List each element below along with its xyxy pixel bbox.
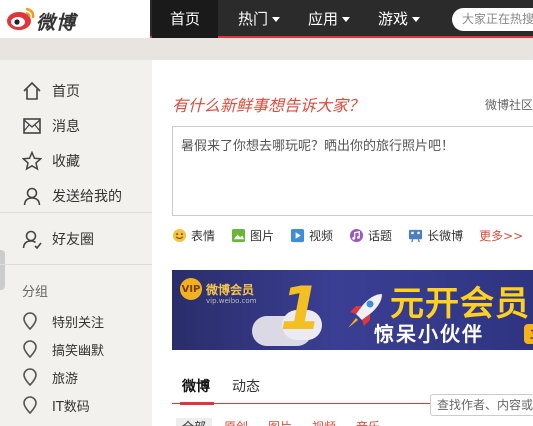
- sidebar-item-label: 首页: [52, 84, 80, 100]
- sidebar-item-friends-circle[interactable]: 好友圈: [22, 228, 94, 250]
- image-button[interactable]: 图片: [231, 227, 274, 244]
- promo-cta-button[interactable]: 立: [524, 324, 533, 344]
- emoji-icon: [172, 228, 187, 242]
- tool-label: 表情: [191, 228, 216, 243]
- sidebar-group-label: IT数码: [52, 399, 90, 415]
- filter-images[interactable]: 图片: [268, 418, 292, 426]
- sidebar-group-it[interactable]: IT数码: [22, 394, 90, 416]
- pin-icon: [23, 396, 37, 414]
- star-icon: [22, 151, 42, 171]
- left-sidebar: 首页 消息 收藏 发送给我的 好友圈 分组 特别关注 搞笑幽默 旅游 IT数码: [0, 60, 152, 426]
- sidebar-group-label: 旅游: [52, 371, 79, 387]
- chevron-down-icon: [272, 17, 280, 22]
- tool-label: 长微博: [427, 228, 464, 243]
- vip-label: 微博会员: [206, 282, 255, 297]
- top-search-input[interactable]: 大家正在热搜: [452, 8, 533, 31]
- composer-toolbar: 表情 图片 视频 话题 长微博 更多>>: [172, 225, 523, 245]
- vip-promo-banner[interactable]: VIP 微博会员 vip.weibo.com 1 元开会员 惊呆小伙伴 立: [172, 270, 533, 350]
- topic-button[interactable]: 话题: [349, 227, 392, 244]
- friends-icon: [22, 230, 42, 249]
- promo-subline: 惊呆小伙伴: [374, 322, 484, 346]
- tool-label: 话题: [368, 228, 393, 243]
- sidebar-item-label: 好友圈: [52, 232, 94, 248]
- home-icon: [23, 81, 41, 100]
- promo-number: 1: [280, 274, 322, 344]
- pin-icon: [23, 312, 37, 330]
- feed-filter-tabs: 全部 原创 图片 视频 音乐: [172, 416, 533, 426]
- chevron-down-icon: [412, 17, 420, 22]
- sidebar-edge-handle: [0, 250, 5, 290]
- sidebar-group-title: 分组: [22, 285, 49, 300]
- post-composer-textarea[interactable]: 暑假来了你想去哪玩呢？晒出你的旅行照片吧！: [172, 126, 533, 216]
- feed-search-input[interactable]: 查找作者、内容或: [430, 394, 533, 416]
- sidebar-group-special[interactable]: 特别关注: [22, 310, 104, 332]
- tab-weibo[interactable]: 微博: [182, 376, 210, 396]
- nav-games-label: 游戏: [377, 10, 408, 28]
- more-tools-link[interactable]: 更多>>: [479, 227, 523, 244]
- nav-games[interactable]: 游戏: [366, 0, 432, 38]
- tab-activity[interactable]: 动态: [232, 376, 260, 396]
- weibo-eye-icon: [7, 7, 35, 30]
- topic-icon: [349, 228, 364, 242]
- pin-icon: [23, 340, 37, 358]
- sidebar-item-messages[interactable]: 消息: [22, 115, 80, 137]
- sidebar-divider: [0, 212, 152, 213]
- filter-original[interactable]: 原创: [224, 418, 248, 426]
- video-icon: [290, 228, 305, 242]
- nav-apps[interactable]: 应用: [296, 0, 362, 38]
- composer-placeholder: 暑假来了你想去哪玩呢？晒出你的旅行照片吧！: [181, 139, 455, 154]
- pin-icon: [23, 368, 37, 386]
- composer-prompt: 有什么新鲜事想告诉大家？: [172, 96, 365, 115]
- sidebar-group-humor[interactable]: 搞笑幽默: [22, 338, 104, 360]
- tool-label: 视频: [309, 228, 334, 243]
- main-content: 有什么新鲜事想告诉大家？ 微博社区 暑假来了你想去哪玩呢？晒出你的旅行照片吧！ …: [152, 60, 533, 426]
- weibo-logo[interactable]: 微博: [0, 0, 150, 38]
- sidebar-item-favorites[interactable]: 收藏: [22, 150, 80, 172]
- user-icon: [23, 187, 41, 206]
- nav-home[interactable]: 首页: [152, 0, 218, 38]
- filter-video[interactable]: 视频: [312, 418, 336, 426]
- vip-badge-icon: VIP: [180, 278, 202, 300]
- image-icon: [231, 228, 246, 242]
- sidebar-item-sent-to-me[interactable]: 发送给我的: [22, 185, 122, 207]
- long-post-icon: [409, 229, 423, 242]
- long-post-button[interactable]: 长微博: [408, 227, 463, 244]
- tool-label: 图片: [250, 228, 275, 243]
- mail-icon: [23, 118, 41, 134]
- chevron-down-icon: [342, 17, 350, 22]
- nav-hot[interactable]: 热门: [226, 0, 292, 38]
- brand-name: 微博: [36, 12, 77, 34]
- community-link[interactable]: 微博社区: [485, 96, 533, 113]
- nav-apps-label: 应用: [307, 10, 338, 28]
- sidebar-item-home[interactable]: 首页: [22, 80, 80, 102]
- filter-music[interactable]: 音乐: [356, 418, 380, 426]
- sidebar-divider: [0, 264, 152, 265]
- sidebar-group-label: 特别关注: [52, 315, 105, 331]
- sidebar-item-label: 发送给我的: [52, 189, 122, 205]
- sidebar-item-label: 收藏: [52, 154, 80, 170]
- filter-all[interactable]: 全部: [176, 418, 213, 426]
- sidebar-group-label: 搞笑幽默: [52, 343, 105, 359]
- emoji-button[interactable]: 表情: [172, 227, 215, 244]
- nav-home-label: 首页: [169, 10, 200, 28]
- video-button[interactable]: 视频: [290, 227, 333, 244]
- active-tab-underline: [180, 402, 214, 405]
- top-search-placeholder: 大家正在热搜: [462, 12, 533, 26]
- nav-hot-label: 热门: [237, 10, 268, 28]
- sidebar-group-travel[interactable]: 旅游: [22, 366, 78, 388]
- vip-url: vip.weibo.com: [206, 297, 257, 305]
- sidebar-item-label: 消息: [52, 119, 80, 135]
- top-nav-bar: 微博 首页 热门 应用 游戏 大家正在热搜: [0, 0, 533, 38]
- feed-search-placeholder: 查找作者、内容或: [437, 398, 533, 412]
